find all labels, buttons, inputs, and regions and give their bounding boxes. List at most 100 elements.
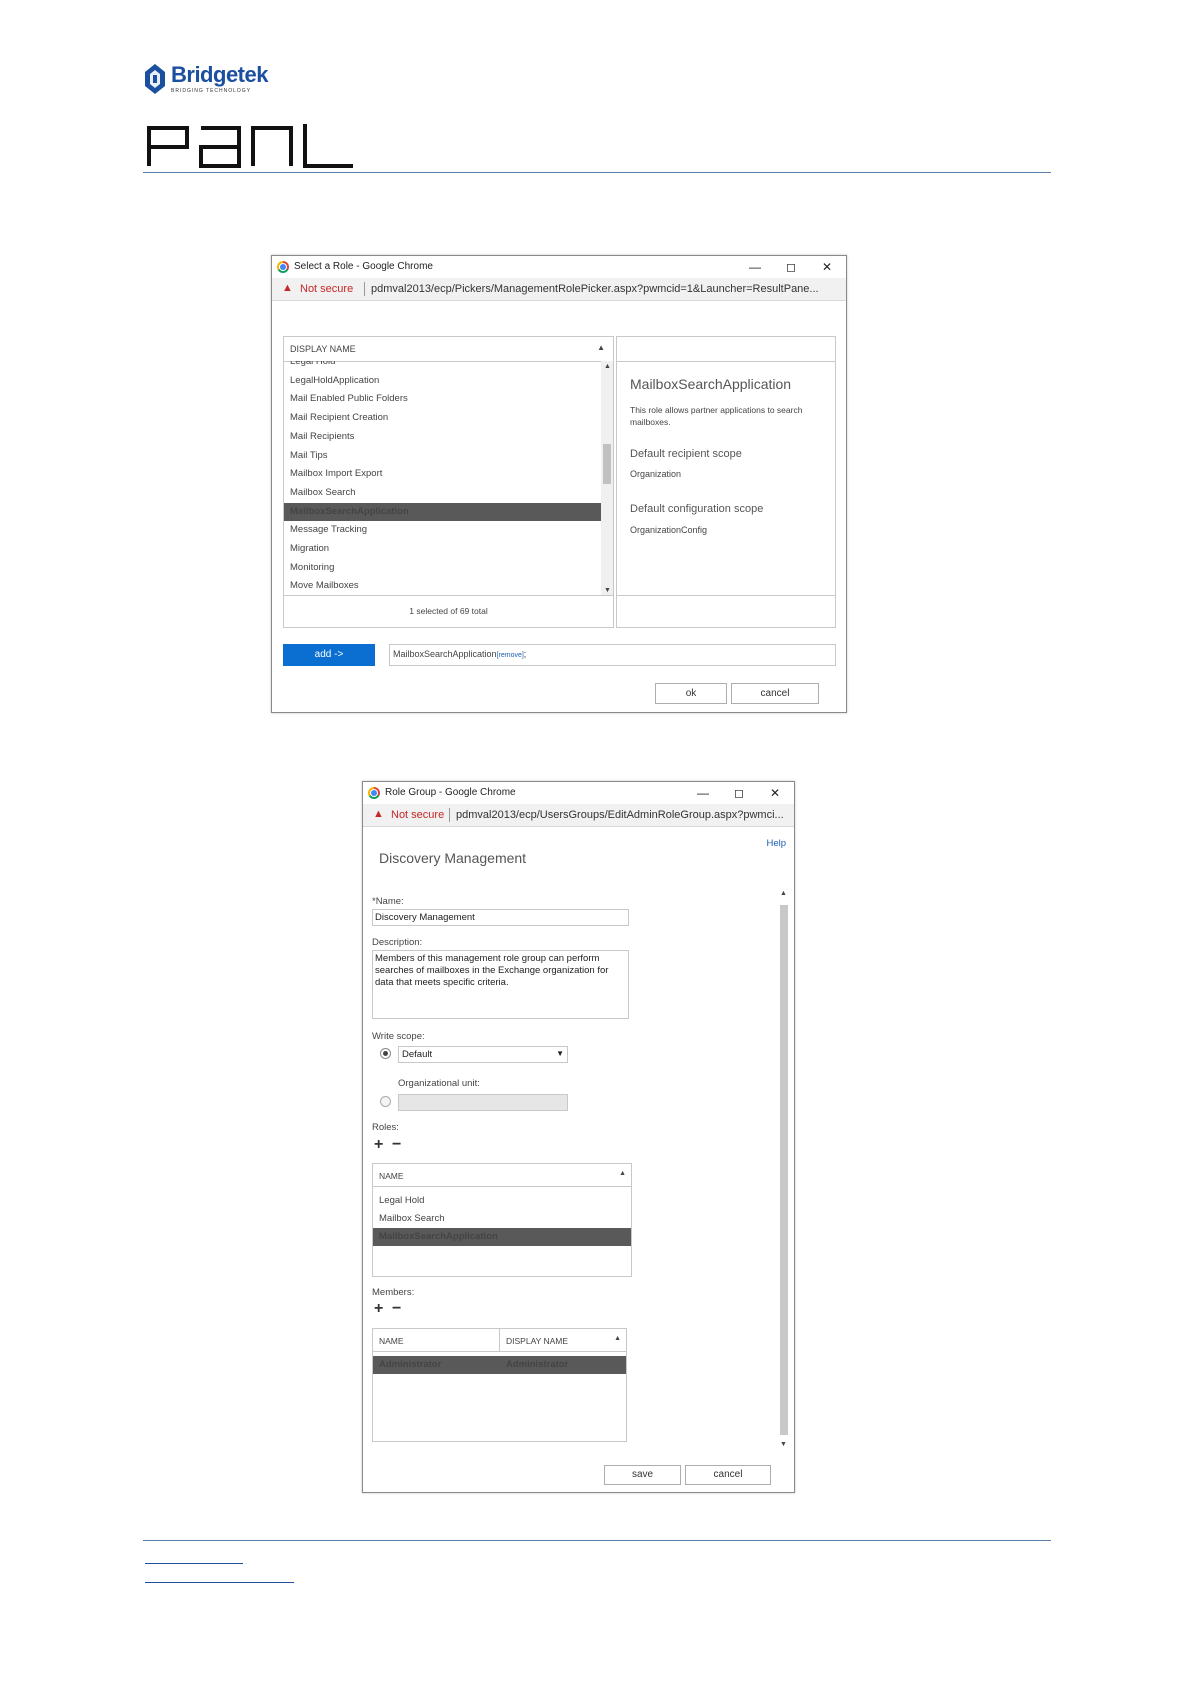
role-list-item[interactable]: Mail Recipient Creation (284, 409, 601, 427)
brand-name: Bridgetek (171, 62, 268, 87)
role-list-item[interactable]: Migration (284, 540, 601, 558)
column-header-name: NAME (379, 1171, 404, 1181)
members-table-header[interactable]: NAME DISPLAY NAME ▲ (373, 1329, 626, 1352)
description-field[interactable]: Members of this management role group ca… (372, 950, 629, 1019)
details-title: MailboxSearchApplication (630, 376, 792, 392)
recipient-scope-label: Default recipient scope (630, 448, 742, 460)
save-button[interactable]: save (604, 1465, 681, 1485)
selection-status: 1 selected of 69 total (283, 595, 614, 628)
write-scope-default-radio[interactable] (380, 1048, 391, 1059)
sort-ascending-icon[interactable]: ▲ (597, 343, 605, 352)
added-item: MailboxSearchApplication (393, 649, 497, 659)
selection-count: 1 selected of 69 total (409, 606, 488, 616)
scroll-down-icon[interactable]: ▼ (780, 1441, 787, 1448)
remove-member-icon[interactable]: − (392, 1300, 401, 1318)
role-list-body: Legal Hold LegalHoldApplication Mail Enabl… (284, 361, 601, 596)
page-title: Discovery Management (379, 850, 527, 866)
brand-tagline: BRIDGING TECHNOLOGY (171, 88, 252, 94)
role-list-item[interactable]: Message Tracking (284, 521, 601, 539)
role-list-item[interactable]: LegalHoldApplication (284, 372, 601, 390)
not-secure-label: Not secure (391, 809, 445, 821)
role-table-row[interactable]: MailboxSearchApplication (373, 1228, 631, 1246)
details-description: This role allows partner applications to… (630, 405, 803, 427)
cancel-button[interactable]: cancel (685, 1465, 771, 1485)
role-list-item[interactable]: Mail Tips (284, 447, 601, 465)
title-bar: Role Group - Google Chrome — ◻ ✕ (363, 782, 794, 804)
members-label: Members: (372, 1287, 415, 1298)
role-table-row[interactable]: Mailbox Search (373, 1210, 631, 1228)
role-list-item[interactable]: Mailbox Search (284, 484, 601, 502)
address-bar[interactable]: ▲ Not secure pdmval2013/ecp/Pickers/Mana… (272, 278, 846, 301)
minimize-icon[interactable]: — (690, 784, 716, 802)
maximize-icon[interactable]: ◻ (726, 784, 752, 802)
config-scope-label: Default configuration scope (630, 503, 764, 515)
role-list-item[interactable]: Mailbox Import Export (284, 465, 601, 483)
write-scope-select[interactable]: Default ▼ (398, 1046, 568, 1063)
added-item-suffix: ; (523, 649, 527, 659)
column-divider (499, 1329, 500, 1351)
roles-table: NAME ▲ Legal Hold Mailbox Search MailboxSe… (372, 1163, 632, 1277)
close-icon[interactable]: ✕ (814, 258, 840, 276)
role-group-window: Role Group - Google Chrome — ◻ ✕ ▲ Not s… (362, 781, 795, 1493)
member-table-row[interactable]: Administrator Administrator (373, 1356, 626, 1374)
role-list-item[interactable]: Mail Enabled Public Folders (284, 390, 601, 408)
chrome-icon (277, 261, 289, 273)
scroll-down-icon[interactable]: ▼ (604, 587, 611, 594)
add-button[interactable]: add -> (283, 644, 375, 666)
warning-icon: ▲ (282, 282, 293, 294)
member-name: Administrator (379, 1359, 442, 1370)
select-role-window: Select a Role - Google Chrome — ◻ ✕ ▲ No… (271, 255, 847, 713)
role-list-item[interactable]: Monitoring (284, 559, 601, 577)
title-bar: Select a Role - Google Chrome — ◻ ✕ (272, 256, 846, 278)
footer-link-underline-2[interactable] (145, 1582, 294, 1583)
window-title: Role Group - Google Chrome (385, 787, 516, 798)
scrollbar-thumb[interactable] (780, 905, 788, 1435)
ok-button[interactable]: ok (655, 683, 727, 704)
name-label: *Name: (372, 896, 404, 907)
description-label: Description: (372, 937, 423, 948)
address-bar[interactable]: ▲ Not secure pdmval2013/ecp/UsersGroups/… (363, 804, 794, 827)
role-list-item[interactable]: Mail Recipients (284, 428, 601, 446)
role-list: DISPLAY NAME ▲ Legal Hold LegalHoldApplic… (283, 336, 614, 598)
org-unit-radio[interactable] (380, 1096, 391, 1107)
url-text: pdmval2013/ecp/UsersGroups/EditAdminRole… (456, 809, 784, 821)
header-rule (143, 172, 1051, 173)
column-header-name: NAME (379, 1336, 404, 1346)
list-header[interactable]: DISPLAY NAME ▲ (284, 337, 613, 362)
roles-table-header[interactable]: NAME ▲ (373, 1164, 631, 1187)
remove-role-icon[interactable]: − (392, 1136, 401, 1154)
minimize-icon[interactable]: — (742, 258, 768, 276)
maximize-icon[interactable]: ◻ (778, 258, 804, 276)
name-field[interactable]: Discovery Management (372, 909, 629, 926)
add-member-icon[interactable]: + (374, 1300, 383, 1318)
cancel-button[interactable]: cancel (731, 683, 819, 704)
add-role-icon[interactable]: + (374, 1136, 383, 1154)
org-unit-field[interactable] (398, 1094, 568, 1111)
added-items-field[interactable]: MailboxSearchApplication[remove]; (389, 644, 836, 666)
scroll-up-icon[interactable]: ▲ (780, 890, 787, 897)
name-value: Discovery Management (375, 912, 475, 923)
form-scrollbar[interactable]: ▲ ▼ (779, 890, 789, 1448)
footer-rule (143, 1540, 1051, 1541)
url-text: pdmval2013/ecp/Pickers/ManagementRolePic… (371, 283, 819, 295)
dropdown-arrow-icon[interactable]: ▼ (556, 1049, 564, 1058)
close-icon[interactable]: ✕ (762, 784, 788, 802)
remove-link[interactable]: [remove] (497, 652, 524, 659)
footer-link-underline-1[interactable] (145, 1563, 243, 1564)
address-separator (449, 808, 450, 822)
scroll-up-icon[interactable]: ▲ (604, 363, 611, 370)
org-unit-label: Organizational unit: (398, 1078, 480, 1089)
bridgetek-panl-logo: Bridgetek BRIDGING TECHNOLOGY (143, 60, 363, 170)
role-list-item[interactable]: Move Mailboxes (284, 577, 601, 595)
help-link[interactable]: Help (766, 838, 786, 849)
scrollbar-thumb[interactable] (603, 444, 611, 484)
recipient-scope-value: Organization (630, 469, 682, 479)
role-table-row[interactable]: Legal Hold (373, 1192, 631, 1210)
scrollbar[interactable]: ▲ ▼ (601, 361, 613, 596)
sort-ascending-icon[interactable]: ▲ (614, 1335, 621, 1342)
role-list-item[interactable]: Legal Hold (284, 361, 601, 371)
role-list-item[interactable]: MailboxSearchApplication (284, 502, 601, 521)
details-search-box[interactable] (616, 336, 836, 362)
sort-ascending-icon[interactable]: ▲ (619, 1170, 626, 1177)
details-footer (616, 595, 836, 628)
